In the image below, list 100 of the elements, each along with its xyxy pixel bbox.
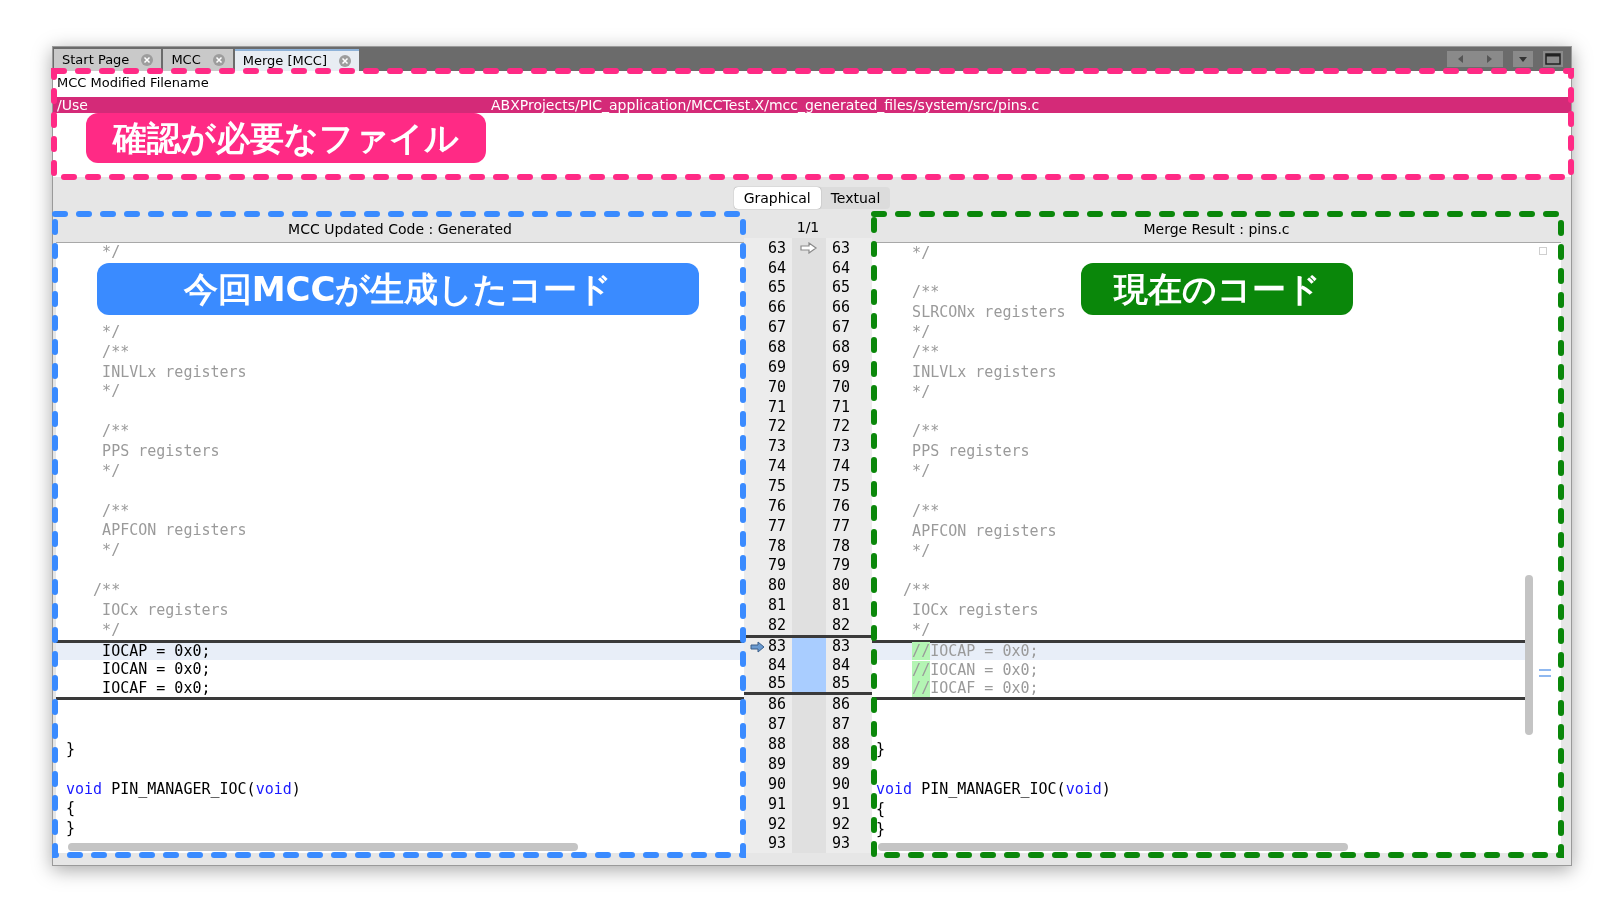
code-line: PPS registers [911,441,1030,463]
pane-header: Merge Result : pins.c [872,217,1561,243]
field-label: MCC Modified Filename [56,74,210,92]
file-path-row[interactable]: /Use ABXProjects/PIC_application/MCCTest.X/mcc_generated_files/system/src/pins.c [53,97,1571,113]
scroll-right-icon[interactable] [1475,51,1503,67]
code-line: */ [101,383,121,401]
line-number: 80 [832,575,851,597]
line-number: 77 [832,515,851,537]
code-line: void PIN_MANAGER_IOC(void) [66,780,301,798]
code-line: /** [911,342,940,363]
line-number: 67 [832,317,851,339]
code-line: /** [902,580,931,602]
line-number: 91 [832,793,851,815]
code-line: /** [92,582,121,600]
horizontal-scrollbar[interactable] [878,843,1348,851]
code-line: } [876,739,886,761]
code-line: */ [101,244,121,262]
line-number: 69 [767,356,786,378]
line-number: 92 [767,813,786,835]
code-line: */ [911,461,931,483]
code-line: */ [101,323,121,341]
line-number: 70 [832,376,851,398]
close-icon[interactable] [212,54,225,66]
overview-marker [1539,669,1551,677]
code-line: INLVLx registers [101,363,247,381]
editor-tab[interactable]: MCC [163,49,233,71]
code-line: */ [911,322,931,344]
code-line: APFCON registers [101,522,247,540]
line-number: 80 [767,575,786,597]
code-line: void PIN_MANAGER_IOC(void) [876,778,1111,800]
line-number: 71 [832,396,851,418]
code-line: IOCAP = 0x0; [101,643,211,661]
line-number: 72 [767,416,786,438]
line-number: 77 [767,515,786,537]
view-toggle-tab[interactable]: Textual [820,187,891,209]
callout-label: 確認が必要なファイル [86,113,486,163]
arrow-icon[interactable] [749,640,766,653]
line-number: 87 [832,714,851,736]
checkbox-icon [1539,247,1547,255]
code-line: IOCx registers [101,601,229,619]
code-line: */ [911,381,931,403]
line-number: 82 [767,615,786,636]
line-number: 72 [832,416,851,438]
code-line: //IOCAF = 0x0; [911,678,1039,700]
line-number: 92 [832,813,851,835]
code-line: { [66,800,76,818]
view-toggle-tab[interactable]: Graphical [733,187,821,209]
close-icon[interactable] [339,55,351,67]
line-number: 70 [767,376,786,398]
horizontal-scrollbar[interactable] [68,843,578,851]
line-number: 71 [767,396,786,418]
line-number: 65 [832,277,851,299]
code-line: IOCAN = 0x0; [101,661,211,679]
line-number: 91 [767,793,786,815]
line-number: 79 [832,555,851,577]
callout-label: 現在のコード [1081,263,1353,315]
editor-tab[interactable]: Merge [MCC] [234,49,359,71]
line-number: 82 [832,615,851,636]
code-line: INLVLx registers [911,361,1057,383]
line-number: 68 [767,337,786,358]
line-number: 63 [767,237,786,259]
file-path-start: /Use [56,97,89,113]
vertical-scrollbar[interactable] [1525,575,1533,735]
line-number: 65 [767,277,786,299]
code-line: /** [101,343,130,361]
line-number: 66 [767,297,786,319]
line-number: 73 [767,436,786,458]
code-line: PPS registers [101,443,220,460]
line-number: 78 [767,535,786,557]
code-line: */ [101,621,121,639]
code-line: */ [911,243,931,264]
merge-arrow-icon[interactable] [800,241,818,254]
code-line: /** [101,423,130,441]
line-number: 73 [832,436,851,458]
code-line: */ [101,542,121,560]
code-line: /** [911,282,940,304]
code-line: } [66,820,76,838]
dropdown-icon[interactable] [1513,51,1533,67]
code-line: */ [911,620,931,641]
editor-tab[interactable]: Start Page [54,49,162,71]
line-number: 89 [832,754,851,776]
line-number: 67 [767,317,786,339]
code-line: } [876,818,886,840]
code-line: */ [911,540,931,562]
pane-header: MCC Updated Code : Generated [56,217,744,243]
code-line: /** [911,421,940,443]
code-line: /** [911,500,940,522]
maximize-icon[interactable] [1543,51,1563,67]
line-number: 88 [767,734,786,756]
close-icon[interactable] [141,54,154,66]
line-number: 75 [832,476,851,497]
scroll-left-icon[interactable] [1447,51,1475,67]
line-number: 90 [767,773,786,795]
code-line: */ [101,462,121,480]
line-number: 69 [832,356,851,378]
line-number: 93 [767,833,786,853]
line-number: 90 [832,773,851,795]
line-number: 86 [767,694,786,716]
code-line: SLRCONx registers [911,302,1066,324]
code-line: } [66,740,76,758]
